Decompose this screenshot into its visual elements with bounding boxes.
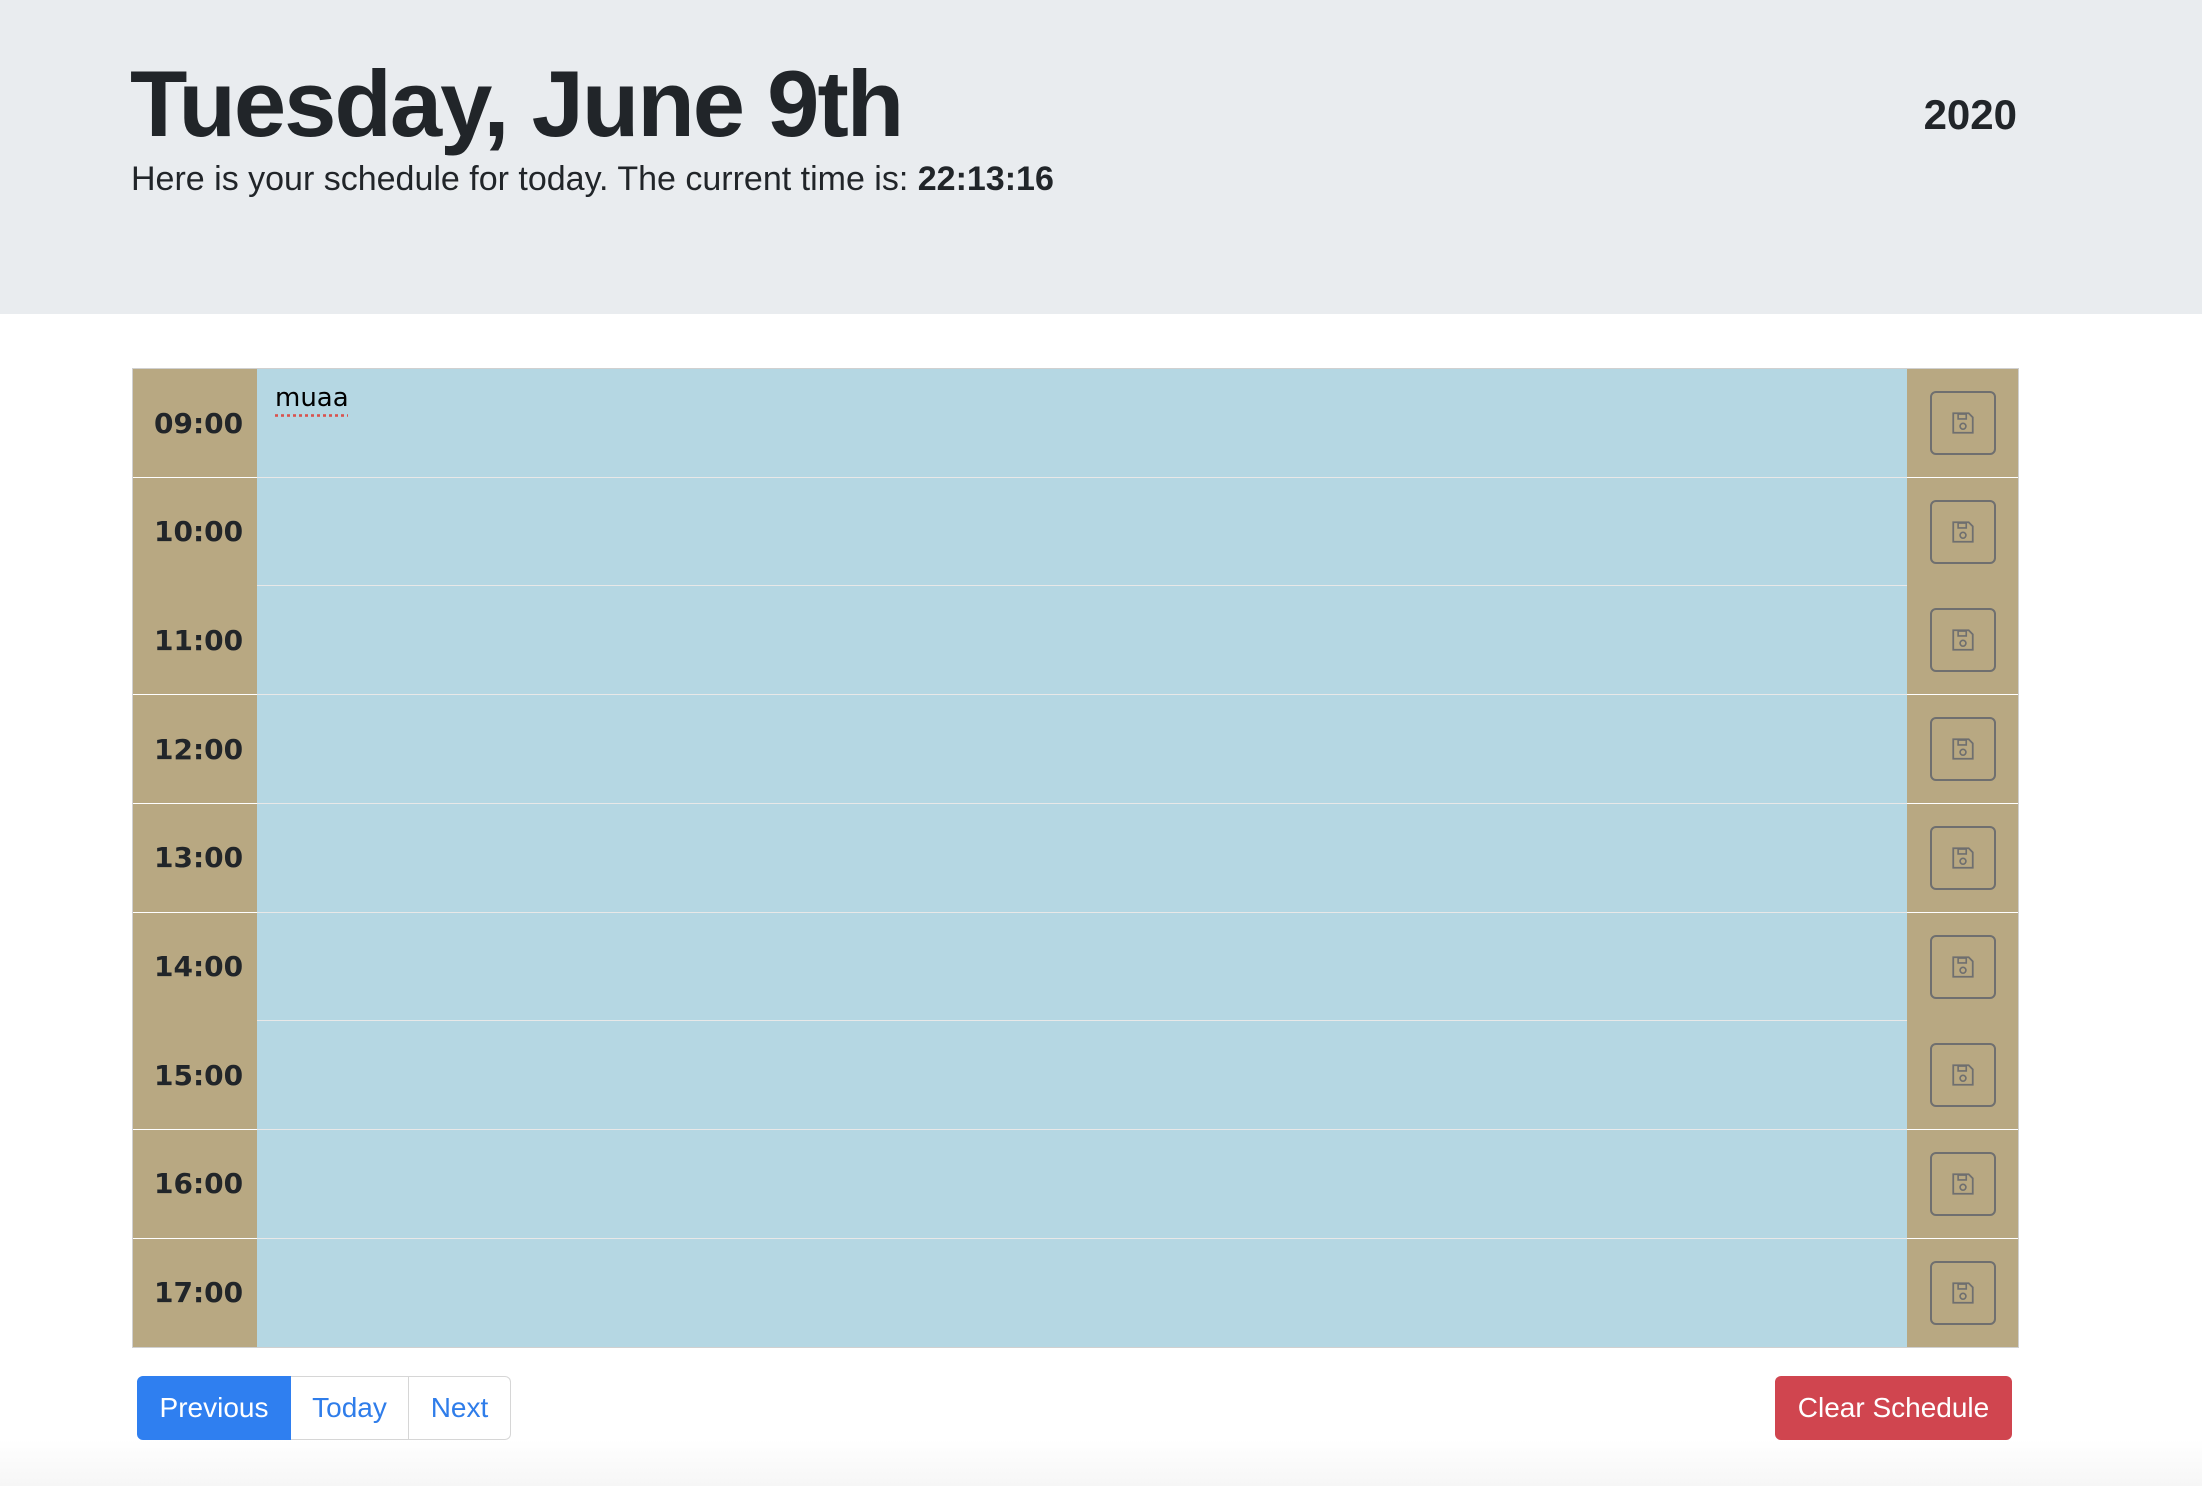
event-textarea[interactable] — [257, 912, 1907, 1021]
schedule-row: 12:00 — [133, 695, 2018, 804]
schedule-table: 09:00 muaa 10:00 11:00 12:00 13:00 14:00 15:00 1… — [132, 368, 2019, 1348]
schedule-row: 17:00 — [133, 1238, 2018, 1347]
page-title: Tuesday, June 9th — [130, 51, 904, 156]
save-cell — [1907, 369, 2018, 477]
today-button[interactable]: Today — [291, 1376, 409, 1440]
hour-label: 17:00 — [133, 1238, 257, 1347]
floppy-disk-icon — [1951, 521, 1974, 543]
event-textarea[interactable] — [257, 695, 1907, 804]
next-button[interactable]: Next — [409, 1376, 511, 1440]
event-textarea[interactable]: muaa — [257, 369, 1907, 477]
hour-label: 15:00 — [133, 1021, 257, 1130]
schedule-row: 11:00 — [133, 586, 2018, 695]
floppy-disk-icon — [1951, 412, 1974, 434]
save-button[interactable] — [1929, 825, 1996, 890]
hour-label: 11:00 — [133, 586, 257, 695]
schedule-row: 09:00 muaa — [133, 369, 2018, 477]
save-cell — [1907, 1238, 2018, 1347]
current-time: 22:13:16 — [917, 160, 1054, 198]
row-divider — [257, 585, 1907, 587]
schedule-row: 13:00 — [133, 803, 2018, 912]
save-cell — [1907, 1129, 2018, 1238]
schedule-row: 14:00 — [133, 912, 2018, 1021]
save-button[interactable] — [1929, 499, 1996, 564]
clear-schedule-button[interactable]: Clear Schedule — [1775, 1376, 2012, 1440]
event-textarea[interactable] — [257, 586, 1907, 695]
save-button[interactable] — [1929, 608, 1996, 673]
row-divider — [257, 911, 1907, 913]
save-button[interactable] — [1929, 934, 1996, 999]
floppy-disk-icon — [1951, 629, 1974, 652]
save-button[interactable] — [1929, 1151, 1996, 1216]
save-button[interactable] — [1929, 1260, 1996, 1325]
row-divider — [257, 476, 1907, 478]
row-divider — [257, 1237, 1907, 1239]
day-navigation: Previous Today Next — [137, 1376, 511, 1440]
row-divider — [257, 1020, 1907, 1022]
save-cell — [1907, 586, 2018, 695]
hour-label: 10:00 — [133, 477, 257, 586]
floppy-disk-icon — [1951, 1064, 1974, 1086]
lead-prefix: Here is your schedule for today. The cur… — [131, 160, 918, 198]
floppy-disk-icon — [1951, 738, 1974, 760]
floppy-disk-icon — [1951, 955, 1974, 978]
schedule-row: 16:00 — [133, 1129, 2018, 1238]
event-textarea[interactable] — [257, 477, 1907, 586]
floppy-disk-icon — [1951, 1281, 1974, 1304]
event-textarea[interactable] — [257, 1238, 1907, 1347]
hour-label: 16:00 — [133, 1129, 257, 1238]
save-cell — [1907, 803, 2018, 912]
floppy-disk-icon — [1951, 1173, 1974, 1195]
page-footer-shade — [0, 1440, 2202, 1486]
save-cell — [1907, 912, 2018, 1021]
save-button[interactable] — [1929, 391, 1996, 455]
event-textarea[interactable] — [257, 1129, 1907, 1238]
schedule-row: 10:00 — [133, 477, 2018, 586]
hour-label: 09:00 — [133, 369, 257, 477]
event-textarea[interactable] — [257, 803, 1907, 912]
lead-text: Here is your schedule for today. The cur… — [131, 154, 1054, 204]
hour-label: 12:00 — [133, 695, 257, 804]
hour-label: 14:00 — [133, 912, 257, 1021]
row-divider — [257, 694, 1907, 696]
save-cell — [1907, 477, 2018, 586]
row-divider — [257, 802, 1907, 804]
save-button[interactable] — [1929, 717, 1996, 782]
schedule-row: 15:00 — [133, 1021, 2018, 1130]
row-divider — [257, 1128, 1907, 1130]
header-jumbotron: Tuesday, June 9th 2020 Here is your sche… — [0, 0, 2202, 314]
save-cell — [1907, 695, 2018, 804]
floppy-disk-icon — [1951, 847, 1974, 869]
save-cell — [1907, 1021, 2018, 1130]
event-textarea[interactable] — [257, 1021, 1907, 1130]
hour-label: 13:00 — [133, 803, 257, 912]
save-button[interactable] — [1929, 1043, 1996, 1108]
previous-button[interactable]: Previous — [137, 1376, 291, 1440]
year-label: 2020 — [1923, 91, 2017, 138]
